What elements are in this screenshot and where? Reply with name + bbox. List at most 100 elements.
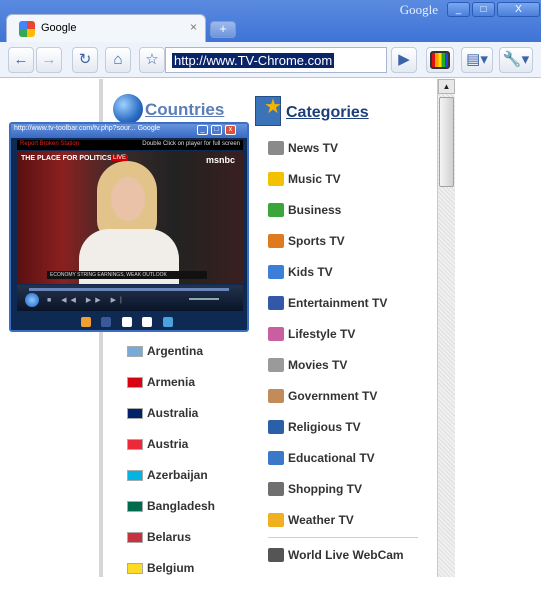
seek-bar[interactable]	[29, 288, 229, 291]
category-label[interactable]: Shopping TV	[288, 482, 362, 496]
tv-player-window[interactable]: http://www.tv-toolbar.com/tv.php?sour...…	[9, 122, 249, 332]
category-label[interactable]: World Live WebCam	[288, 548, 404, 562]
category-label[interactable]: Lifestyle TV	[288, 327, 355, 341]
category-item[interactable]: Government TV	[268, 387, 418, 418]
category-item[interactable]: Music TV	[268, 170, 418, 201]
close-window-button[interactable]: X	[497, 2, 540, 17]
category-item[interactable]: Religious TV	[268, 418, 418, 449]
country-label[interactable]: Austria	[147, 437, 188, 451]
government-icon	[268, 389, 284, 403]
address-url[interactable]: http://www.TV-Chrome.com	[172, 53, 335, 68]
categories-link[interactable]: Categories	[286, 104, 369, 122]
education-icon	[268, 451, 284, 465]
category-label[interactable]: Kids TV	[288, 265, 333, 279]
player-close-button[interactable]: x	[225, 125, 236, 135]
category-divider	[268, 537, 418, 538]
category-item[interactable]: Lifestyle TV	[268, 325, 418, 356]
category-item[interactable]: Kids TV	[268, 263, 418, 294]
page-right-area	[456, 79, 541, 577]
browser-toolbar: ← → ↻ ⌂ ☆ http://www.TV-Chrome.com ▶ ▤▾ …	[0, 42, 541, 78]
tv-extension-button[interactable]	[426, 47, 454, 73]
scroll-thumb[interactable]	[439, 97, 454, 187]
close-tab-icon[interactable]: ×	[190, 20, 197, 34]
country-label[interactable]: Australia	[147, 406, 198, 420]
country-label[interactable]: Armenia	[147, 375, 195, 389]
flag-austria-icon	[127, 439, 143, 450]
new-tab-button[interactable]: +	[210, 21, 236, 38]
category-label[interactable]: News TV	[288, 141, 338, 155]
flag-belarus-icon	[127, 532, 143, 543]
back-button[interactable]: ←	[8, 47, 34, 73]
delicious-icon[interactable]	[142, 317, 153, 327]
book-icon	[268, 420, 284, 434]
show-logo: THE PLACE FOR POLITICS	[21, 155, 112, 162]
category-item[interactable]: World Live WebCam	[268, 546, 418, 577]
player-info-bar: Report Broken Station Double Click on pl…	[17, 140, 243, 150]
country-label[interactable]: Belgium	[147, 561, 194, 575]
page-menu-button[interactable]: ▤▾	[461, 47, 493, 73]
browser-brand: Google	[399, 2, 438, 17]
flag-bangladesh-icon	[127, 501, 143, 512]
flag-armenia-icon	[127, 377, 143, 388]
category-label[interactable]: Religious TV	[288, 420, 361, 434]
category-list: News TV Music TV Business Sports TV Kids TV E…	[268, 139, 418, 577]
country-label[interactable]: Argentina	[147, 344, 203, 358]
category-label[interactable]: Sports TV	[288, 234, 345, 248]
reload-button[interactable]: ↻	[72, 47, 98, 73]
blocks-icon	[268, 265, 284, 279]
minimize-button[interactable]: _	[447, 2, 470, 17]
category-label[interactable]: Music TV	[288, 172, 341, 186]
cart-icon	[268, 482, 284, 496]
flag-australia-icon	[127, 408, 143, 419]
category-item[interactable]: Entertainment TV	[268, 294, 418, 325]
country-label[interactable]: Bangladesh	[147, 499, 215, 513]
play-button[interactable]	[25, 293, 39, 307]
share-icon[interactable]	[81, 317, 91, 327]
flag-belgium-icon	[127, 563, 143, 574]
category-label[interactable]: Business	[288, 203, 341, 217]
category-item[interactable]: News TV	[268, 139, 418, 170]
twitter-icon[interactable]	[162, 317, 173, 327]
category-item[interactable]: Educational TV	[268, 449, 418, 480]
category-item[interactable]: Business	[268, 201, 418, 232]
address-bar[interactable]: http://www.TV-Chrome.com	[165, 47, 387, 73]
report-broken-link[interactable]: Report Broken Station	[20, 141, 79, 147]
category-label[interactable]: Movies TV	[288, 358, 347, 372]
network-logo: msnbc	[205, 155, 235, 165]
wrench-menu-button[interactable]: 🔧▾	[499, 47, 533, 73]
transport-buttons[interactable]: ■ ◀◀ ▶▶ ▶|	[47, 296, 126, 304]
category-item[interactable]: Sports TV	[268, 232, 418, 263]
category-label[interactable]: Entertainment TV	[288, 296, 387, 310]
go-button[interactable]: ▶	[391, 47, 417, 73]
money-icon	[268, 203, 284, 217]
player-titlebar[interactable]: http://www.tv-toolbar.com/tv.php?sour...…	[11, 124, 247, 138]
tab-title: Google	[41, 22, 77, 34]
scroll-up-arrow-icon[interactable]: ▲	[438, 79, 455, 94]
facebook-icon[interactable]	[101, 317, 112, 327]
countries-link[interactable]: Countries	[145, 100, 224, 120]
tab-google[interactable]: Google ×	[6, 14, 206, 42]
volume-slider[interactable]	[189, 298, 219, 300]
live-badge: LIVE	[111, 155, 129, 161]
home-button[interactable]: ⌂	[105, 47, 131, 73]
page-content: ▲ Countries ★ Categories News TV Music TV…	[0, 79, 541, 577]
globe-icon	[113, 94, 143, 124]
popup-scrollbar[interactable]: ▲	[437, 79, 455, 577]
category-label[interactable]: Weather TV	[288, 513, 354, 527]
lifestyle-icon	[268, 327, 284, 341]
country-label[interactable]: Azerbaijan	[147, 468, 208, 482]
category-label[interactable]: Government TV	[288, 389, 377, 403]
google-favicon-icon	[19, 21, 35, 37]
bookmark-star-button[interactable]: ☆	[139, 47, 165, 73]
country-label[interactable]: Belarus	[147, 530, 191, 544]
player-maximize-button[interactable]: □	[211, 125, 222, 135]
myspace-icon[interactable]	[121, 317, 132, 327]
video-frame[interactable]: THE PLACE FOR POLITICS LIVE msnbc ECONOM…	[17, 151, 243, 284]
player-minimize-button[interactable]: _	[197, 125, 208, 135]
category-label[interactable]: Educational TV	[288, 451, 375, 465]
category-item[interactable]: Movies TV	[268, 356, 418, 387]
film-icon	[268, 358, 284, 372]
category-item[interactable]: Shopping TV	[268, 480, 418, 511]
forward-button[interactable]: →	[36, 47, 62, 73]
maximize-button[interactable]: □	[472, 2, 495, 17]
